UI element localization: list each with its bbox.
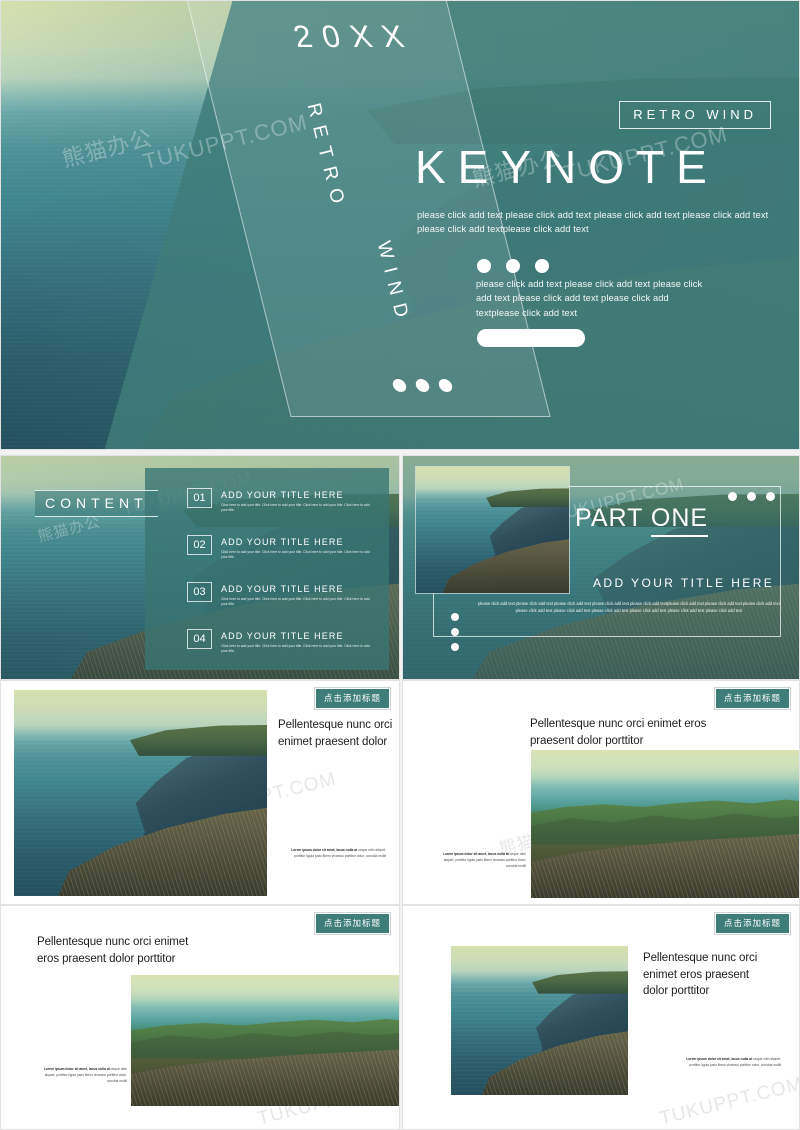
band-dot-group bbox=[391, 379, 454, 392]
part-dot-row bbox=[728, 492, 775, 501]
part-dot-2 bbox=[747, 492, 756, 501]
content-item-number: 02 bbox=[187, 535, 212, 555]
slide-content-b[interactable]: 点击添加标题 Pellentesque nunc orci enimet ero… bbox=[402, 680, 800, 905]
content-item-title: ADD YOUR TITLE HERE bbox=[221, 584, 344, 594]
content-item-title: ADD YOUR TITLE HERE bbox=[221, 490, 344, 500]
content-item-number: 01 bbox=[187, 488, 212, 508]
part-dot-3 bbox=[766, 492, 775, 501]
downland-photo bbox=[131, 975, 399, 1106]
content-item-title: ADD YOUR TITLE HERE bbox=[221, 537, 344, 547]
white-pill-shape bbox=[477, 329, 585, 347]
content-item-desc: Click here to add your title. Click here… bbox=[221, 503, 370, 513]
slide-badge[interactable]: 点击添加标题 bbox=[713, 912, 792, 935]
slide-content-a[interactable]: 点击添加标题 Pellentesque nunc orci enimet pra… bbox=[0, 680, 400, 905]
title-dot-1 bbox=[477, 259, 491, 273]
slide-headline: Pellentesque nunc orci enimet eros praes… bbox=[37, 936, 189, 965]
title-dot-3 bbox=[535, 259, 549, 273]
slide-content[interactable]: 熊猫办公 TUKUPPT.COM CONTENT 01 ADD YOUR TIT… bbox=[0, 455, 400, 680]
band-dot-1 bbox=[391, 379, 408, 392]
part-title: PART ONE bbox=[575, 504, 709, 537]
part-dot-5 bbox=[451, 628, 459, 636]
downland-photo-b bbox=[531, 750, 799, 898]
content-item-04[interactable]: 04 ADD YOUR TITLE HERE Click here to add… bbox=[187, 629, 371, 655]
content-heading: CONTENT bbox=[35, 490, 158, 517]
fineprint-lead: Lorem ipsum dolor sit amet, lacus nulla … bbox=[686, 1057, 753, 1061]
slide-content-d[interactable]: 点击添加标题 Pellentesque nunc orci enimet ero… bbox=[402, 905, 800, 1130]
slide-badge[interactable]: 点击添加标题 bbox=[713, 687, 792, 710]
cliff-ocean-photo bbox=[14, 690, 267, 896]
part-dot-1 bbox=[728, 492, 737, 501]
content-item-01[interactable]: 01 ADD YOUR TITLE HERE Click here to add… bbox=[187, 488, 371, 514]
part-dot-column bbox=[451, 613, 459, 651]
cliff-ocean-photo-thumb bbox=[416, 467, 569, 593]
slide-fineprint: Lorem ipsum dolor sit amet, lacus nulla … bbox=[37, 1066, 127, 1084]
downland-photo bbox=[531, 750, 799, 898]
part-dot-4 bbox=[451, 613, 459, 621]
slide-headline: Pellentesque nunc orci enimet eros praes… bbox=[643, 952, 758, 998]
keynote-title: KEYNOTE bbox=[415, 141, 719, 193]
slide-part-one[interactable]: TUKUPPT.COM 熊猫办公 PART ONE ADD YOUR TITLE… bbox=[402, 455, 800, 680]
slide-badge[interactable]: 点击添加标题 bbox=[313, 687, 392, 710]
fineprint-lead: Lorem ipsum dolor sit amet, lacus nulla … bbox=[43, 1067, 110, 1071]
content-item-desc: Click here to add your title. Click here… bbox=[221, 644, 370, 654]
part-thumbnail-photo bbox=[415, 466, 570, 594]
slide-headline: Pellentesque nunc orci enimet praesent d… bbox=[278, 719, 393, 748]
content-item-number: 04 bbox=[187, 629, 212, 649]
downland-photo-c bbox=[131, 975, 399, 1106]
slide-headline: Pellentesque nunc orci enimet eros praes… bbox=[530, 718, 707, 747]
part-title-underlined: ONE bbox=[650, 504, 709, 537]
slide-fineprint: Lorem ipsum dolor sit amet, lacus nulla … bbox=[436, 851, 526, 869]
content-item-number: 03 bbox=[187, 582, 212, 602]
cliff-photo-a bbox=[14, 690, 267, 896]
part-title-lead: PART bbox=[575, 504, 651, 532]
title-dot-group bbox=[477, 259, 549, 273]
retro-wind-badge: RETRO WIND bbox=[619, 101, 771, 129]
title-paragraph-2: please click add text please click add t… bbox=[476, 279, 703, 318]
content-item-03[interactable]: 03 ADD YOUR TITLE HERE Click here to add… bbox=[187, 582, 371, 608]
band-dot-2 bbox=[414, 379, 431, 392]
slide-content-c[interactable]: 点击添加标题 Pellentesque nunc orci enimet ero… bbox=[0, 905, 400, 1130]
part-body-text: please click add text please click add t… bbox=[478, 601, 780, 614]
watermark-latin: TUKUPPT.COM bbox=[657, 1073, 800, 1130]
slide-deck-preview: 熊猫办公 TUKUPPT.COM TUKUPPT.COM 熊猫办公 20XX R… bbox=[0, 0, 800, 1130]
part-subtitle: ADD YOUR TITLE HERE bbox=[593, 576, 775, 590]
part-dot-6 bbox=[451, 643, 459, 651]
slide-badge[interactable]: 点击添加标题 bbox=[313, 912, 392, 935]
year-label: 20XX bbox=[289, 19, 419, 54]
cliff-photo-d bbox=[451, 946, 628, 1095]
slide-title[interactable]: 熊猫办公 TUKUPPT.COM TUKUPPT.COM 熊猫办公 20XX R… bbox=[0, 0, 800, 450]
slide-fineprint: Lorem ipsum dolor sit amet, lacus nulla … bbox=[286, 847, 386, 859]
content-item-desc: Click here to add your title. Click here… bbox=[221, 550, 370, 560]
slide-fineprint: Lorem ipsum dolor sit amet, lacus nulla … bbox=[676, 1056, 781, 1068]
content-item-title: ADD YOUR TITLE HERE bbox=[221, 631, 344, 641]
fineprint-lead: Lorem ipsum dolor sit amet, lacus nulla … bbox=[291, 848, 358, 852]
fineprint-lead: Lorem ipsum dolor sit amet, lacus nulla … bbox=[442, 852, 509, 856]
title-paragraph-1: please click add text please click add t… bbox=[417, 210, 769, 235]
content-panel: 01 ADD YOUR TITLE HERE Click here to add… bbox=[145, 468, 389, 670]
content-item-02[interactable]: 02 ADD YOUR TITLE HERE Click here to add… bbox=[187, 535, 371, 561]
cliff-ocean-photo bbox=[451, 946, 628, 1095]
content-item-desc: Click here to add your title. Click here… bbox=[221, 597, 370, 607]
title-dot-2 bbox=[506, 259, 520, 273]
year-box: 20XX bbox=[290, 19, 500, 77]
